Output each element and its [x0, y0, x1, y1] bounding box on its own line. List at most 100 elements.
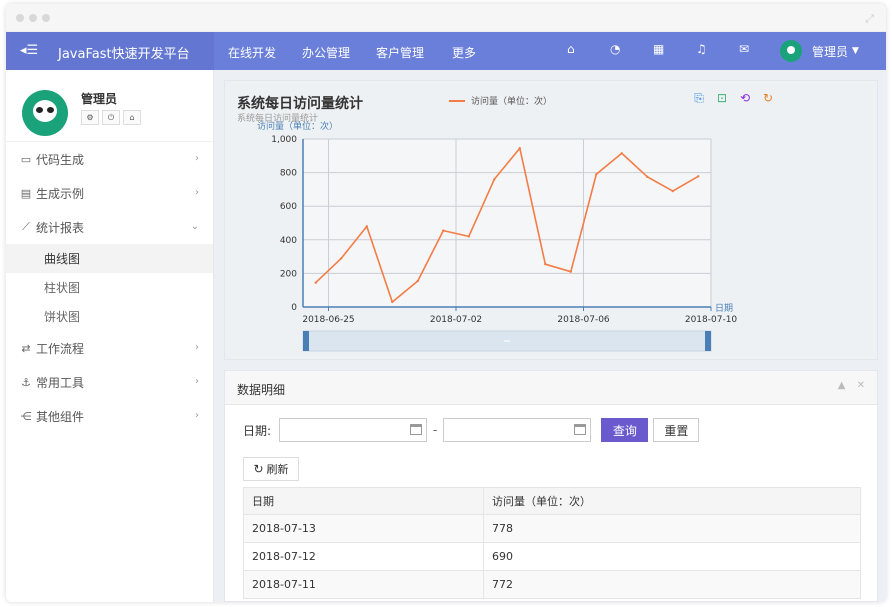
sidebar-subitem-bar-chart[interactable]: 柱状图	[6, 273, 213, 302]
calendar-icon[interactable]: ▦	[653, 42, 664, 56]
nav-item-customer[interactable]: 客户管理	[376, 44, 424, 61]
app-window: ⤢ ◂☰ JavaFast快速开发平台 在线开发 办公管理 客户管理 更多 ⌂ …	[6, 4, 886, 602]
brand-area: ◂☰ JavaFast快速开发平台	[6, 32, 214, 70]
chart-subtitle: 系统每日访问量统计	[237, 114, 319, 124]
y-tick-label: 600	[280, 202, 297, 212]
chevron-right-icon: ›	[195, 153, 199, 164]
close-icon[interactable]: ✕	[857, 380, 865, 391]
collapse-icon[interactable]: ▲	[838, 380, 846, 391]
end-date-input[interactable]	[443, 418, 592, 442]
detail-panel: 数据明细 ▲ ✕ 日期: - 查询 重置 ↻ 刷新 日期 访问量（单位：次） 2…	[224, 370, 878, 602]
table-row[interactable]: 2018-07-12 690	[243, 542, 861, 571]
refresh-icon[interactable]: ↻	[760, 90, 776, 106]
sidebar-item-example[interactable]: ▤ 生成示例 ›	[6, 176, 213, 210]
chevron-right-icon: ›	[195, 376, 199, 387]
data-point	[518, 147, 521, 150]
nav-user-name: 管理员	[812, 44, 849, 59]
y-tick-label: 1,000	[271, 135, 297, 145]
data-point	[416, 279, 419, 283]
sidebar: 管理员 ⚙ ⏻ ⌂ ▭ 代码生成 › ▤ 生成示例 › ⟋ 统计报表 ⌄ 曲线图…	[6, 70, 214, 602]
sidebar-subitem-line-chart[interactable]: 曲线图	[6, 244, 213, 273]
expand-icon[interactable]: ⤢	[865, 12, 874, 26]
calendar-icon	[574, 424, 587, 435]
sidebar-item-codegen[interactable]: ▭ 代码生成 ›	[6, 142, 213, 176]
avatar	[780, 40, 802, 62]
query-button[interactable]: 查询	[601, 418, 649, 442]
mail-icon[interactable]: ✉	[739, 42, 749, 56]
data-point	[493, 178, 496, 181]
nav-item-office[interactable]: 办公管理	[302, 44, 350, 61]
y-tick-label: 0	[291, 303, 297, 313]
column-header-visits[interactable]: 访问量（单位：次）	[483, 487, 861, 515]
refresh-button[interactable]: ↻ 刷新	[243, 457, 299, 481]
brand-title[interactable]: JavaFast快速开发平台	[58, 43, 190, 62]
cell-visits: 778	[483, 514, 861, 543]
x-tick-label: 2018-07-10	[685, 315, 738, 325]
table-header-row: 日期 访问量（单位：次）	[243, 487, 861, 515]
data-point	[340, 257, 343, 260]
sidebar-item-components[interactable]: ⋲ 其他组件 ›	[6, 399, 213, 433]
filter-row: 日期: - 查询 重置	[243, 418, 700, 442]
detail-header: 数据明细 ▲ ✕	[225, 371, 877, 405]
nav-item-more[interactable]: 更多	[452, 44, 476, 61]
chart-legend[interactable]: 访问量（单位：次）	[449, 94, 552, 107]
sidebar-item-reports[interactable]: ⟋ 统计报表 ⌄	[6, 210, 213, 244]
start-date-input[interactable]	[279, 418, 428, 442]
date-label: 日期:	[243, 423, 272, 438]
data-table: 日期 访问量（单位：次） 2018-07-13 778 2018-07-12 6…	[243, 487, 861, 599]
save-image-icon[interactable]: ⎘	[691, 90, 707, 106]
range-separator: -	[433, 423, 438, 437]
user-actions: ⚙ ⏻ ⌂	[81, 110, 144, 125]
nav-user-menu[interactable]: 管理员 ▼	[780, 39, 859, 63]
user-panel: 管理员 ⚙ ⏻ ⌂	[6, 70, 213, 142]
sidebar-item-label: 常用工具	[36, 375, 85, 390]
chart-toolbox: ⎘ ⊡ ⟲ ↻	[691, 90, 783, 106]
sidebar-item-label: 其他组件	[36, 409, 85, 424]
data-point	[671, 189, 674, 193]
sidebar-username: 管理员	[81, 92, 118, 106]
sidebar-item-label: 代码生成	[36, 152, 85, 167]
window-dot	[29, 14, 37, 22]
window-dot	[42, 14, 50, 22]
refresh-icon: ↻	[253, 462, 264, 476]
x-tick-label: 2018-06-25	[302, 315, 354, 325]
restore-icon[interactable]: ⟲	[737, 90, 753, 106]
chevron-right-icon: ›	[195, 410, 199, 421]
x-tick-label: 2018-07-02	[430, 315, 482, 325]
sidebar-item-tools[interactable]: ⚓ 常用工具 ›	[6, 365, 213, 399]
nav-item-online-dev[interactable]: 在线开发	[228, 44, 276, 61]
sidebar-item-workflow[interactable]: ⇄ 工作流程 ›	[6, 331, 213, 365]
data-point	[467, 235, 470, 238]
cell-date: 2018-07-11	[243, 570, 484, 599]
line-chart-icon: ⟋	[22, 220, 30, 233]
y-tick-label: 400	[280, 236, 297, 246]
legend-label: 访问量（单位：次）	[471, 97, 553, 107]
chart-title: 系统每日访问量统计	[237, 96, 363, 112]
dashboard-icon[interactable]: ◔	[610, 42, 620, 56]
data-point	[595, 173, 598, 176]
table-row[interactable]: 2018-07-11 772	[243, 570, 861, 599]
zoom-handle-right	[705, 331, 711, 351]
settings-icon[interactable]: ⚙	[81, 110, 99, 125]
home-icon[interactable]: ⌂	[123, 110, 141, 125]
data-zoom-icon[interactable]: ⊡	[714, 90, 730, 106]
monitor-icon: ▭	[20, 152, 32, 166]
x-axis-name: 日期	[715, 303, 733, 314]
bell-icon[interactable]: ♫	[696, 42, 707, 56]
home-icon[interactable]: ⌂	[567, 42, 575, 56]
sidebar-subitem-pie-chart[interactable]: 饼状图	[6, 302, 213, 331]
legend-line-marker	[449, 99, 465, 102]
detail-tools: ▲ ✕	[830, 380, 865, 391]
exchange-icon: ⇄	[21, 341, 31, 355]
cell-visits: 772	[483, 570, 861, 599]
menu-toggle-icon[interactable]: ◂☰	[20, 43, 38, 58]
table-row[interactable]: 2018-07-13 778	[243, 514, 861, 543]
window-titlebar: ⤢	[6, 4, 886, 32]
reset-button[interactable]: 重置	[653, 418, 700, 442]
share-icon: ⋲	[20, 409, 32, 423]
column-header-date[interactable]: 日期	[243, 487, 484, 515]
data-point	[391, 300, 394, 304]
sidebar-item-label: 统计报表	[36, 220, 85, 235]
power-icon[interactable]: ⏻	[102, 110, 120, 125]
y-tick-label: 200	[280, 269, 297, 279]
